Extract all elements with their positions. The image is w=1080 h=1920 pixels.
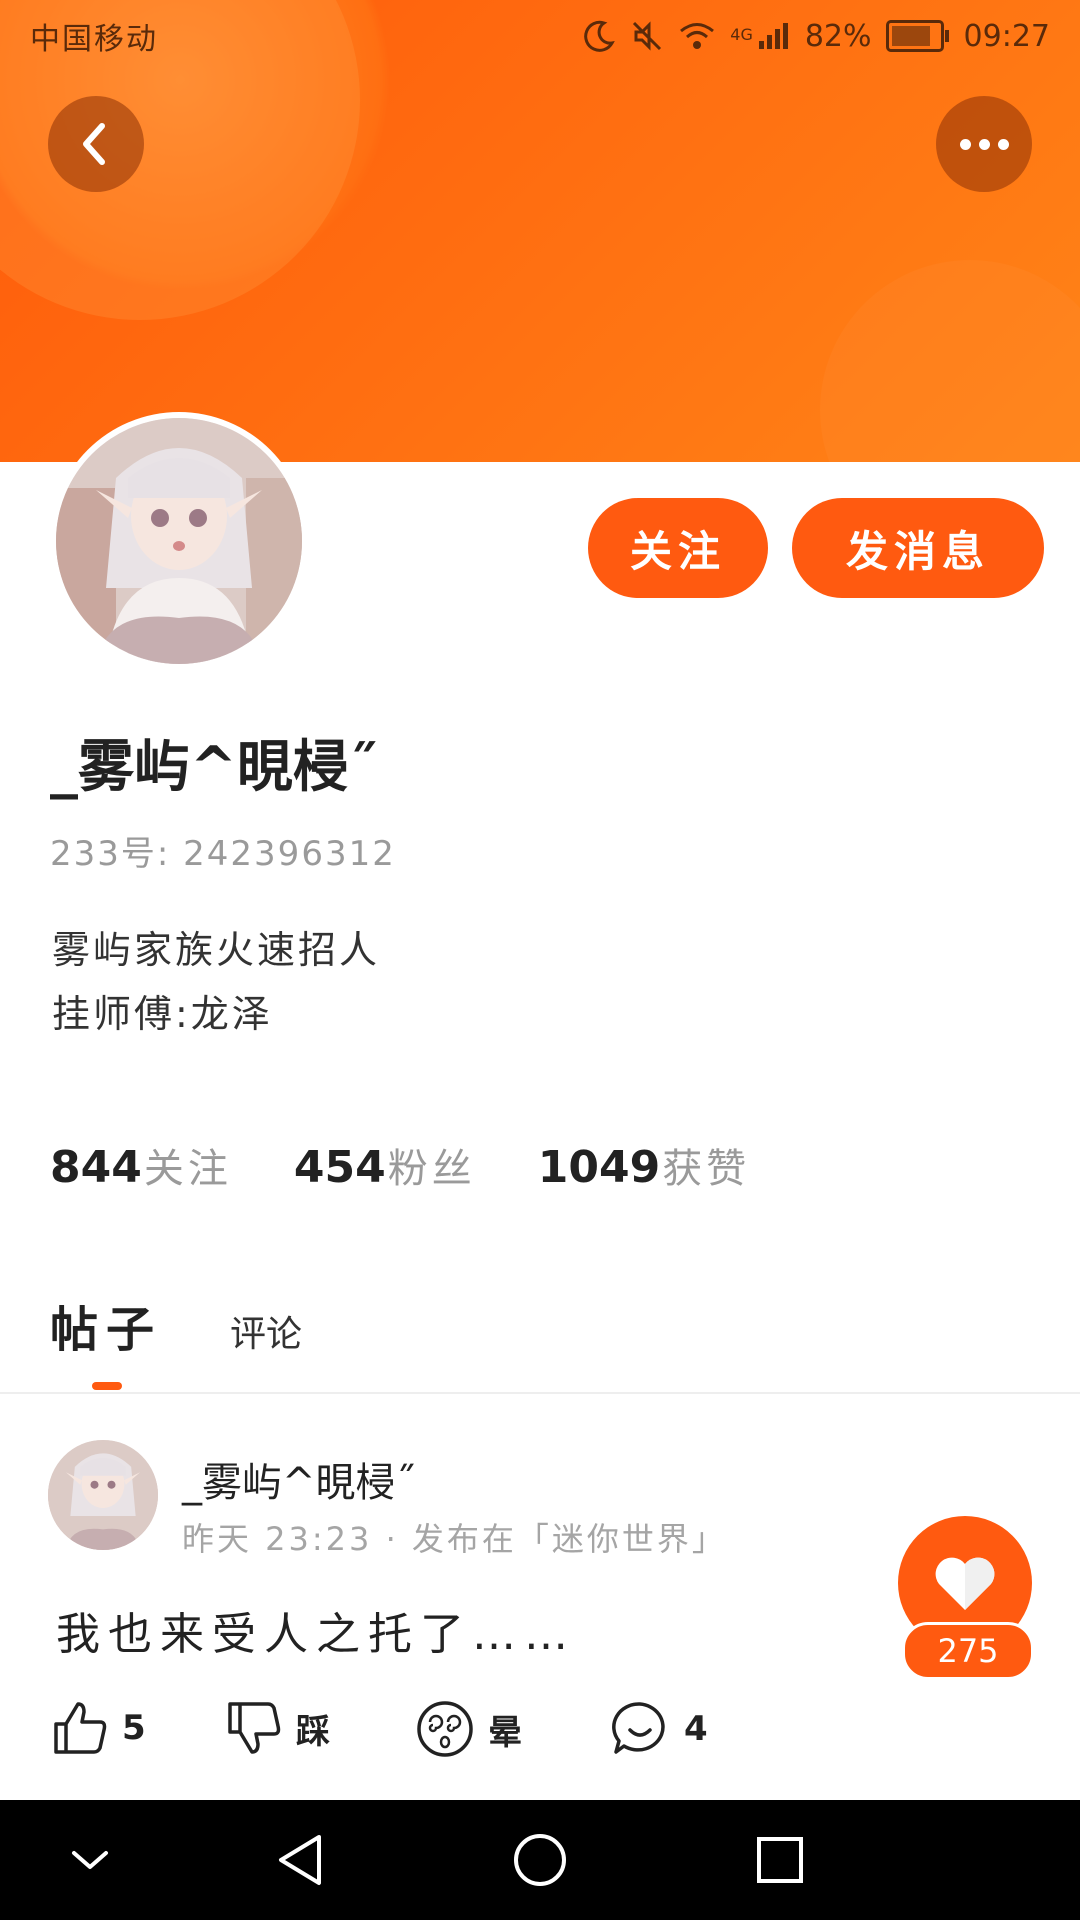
followers-stat[interactable]: 454 粉丝 [294, 1136, 476, 1194]
profile-avatar[interactable] [50, 412, 308, 670]
stat-label: 关注 [143, 1146, 232, 1192]
heart-icon [935, 1557, 995, 1610]
thumbs-down-icon [228, 1702, 281, 1754]
status-icons: 4G 82% 09:27 [582, 19, 1050, 54]
network-label: 4G [730, 24, 753, 44]
post-text[interactable]: 我也来受人之托了…… [56, 1598, 576, 1662]
content-tabs: 帖子 评论 [50, 1290, 302, 1360]
likes-stat[interactable]: 1049 获赞 [538, 1136, 750, 1194]
downvote-action[interactable]: 踩 [226, 1700, 330, 1756]
comment-count: 4 [684, 1709, 708, 1749]
stat-value: 1049 [537, 1142, 661, 1193]
signal-icon [757, 21, 791, 51]
thumbs-up-icon [54, 1702, 107, 1754]
dizzy-face-icon [417, 1701, 473, 1757]
bio-line: 雾屿家族火速招人 [52, 928, 381, 972]
following-stat[interactable]: 844 关注 [50, 1136, 232, 1194]
more-dots-icon [959, 138, 1009, 150]
active-tab-indicator [92, 1382, 122, 1390]
collapse-icon[interactable] [60, 1830, 120, 1890]
user-id: 233号: 242396312 [50, 834, 396, 874]
back-triangle-icon[interactable] [270, 1830, 330, 1890]
post-actions: 5 踩 晕 4 [52, 1700, 1032, 1760]
home-circle-icon[interactable] [510, 1830, 570, 1890]
send-message-button[interactable]: 发消息 [792, 498, 1044, 598]
tab-comments[interactable]: 评论 [230, 1305, 302, 1357]
dizzy-action[interactable]: 晕 [416, 1700, 522, 1758]
bio-line: 挂师傅:龙泽 [52, 992, 273, 1036]
comment-icon [612, 1702, 665, 1754]
clock: 09:27 [963, 18, 1050, 54]
mute-icon [630, 19, 664, 53]
system-navigation-bar [0, 1800, 1080, 1920]
header-decoration [820, 260, 1080, 462]
moon-icon [582, 19, 616, 53]
dizzy-label: 晕 [488, 1712, 522, 1753]
profile-stats: 844 关注 454 粉丝 1049 获赞 [50, 1136, 750, 1194]
bio: 雾屿家族火速招人 挂师傅:龙泽 [52, 918, 380, 1046]
carrier-label: 中国移动 [30, 22, 158, 57]
follow-button[interactable]: 关注 [588, 498, 768, 598]
post-author-name[interactable]: _雾屿^晛梫˝ [182, 1450, 416, 1508]
divider [0, 1392, 1080, 1394]
battery-percent: 82% [804, 18, 872, 54]
tab-posts[interactable]: 帖子 [50, 1290, 162, 1360]
status-bar: 中国移动 4G 82% 09:27 [0, 0, 1080, 72]
stat-value: 844 [50, 1142, 142, 1193]
stat-value: 454 [293, 1142, 386, 1193]
wifi-icon [678, 20, 716, 52]
avatar-image [56, 418, 302, 664]
comment-action[interactable]: 4 [610, 1700, 708, 1758]
stat-label: 粉丝 [387, 1146, 476, 1192]
recents-square-icon[interactable] [750, 1830, 810, 1890]
battery-icon [885, 20, 949, 52]
downvote-label: 踩 [296, 1711, 330, 1752]
back-button[interactable] [48, 96, 144, 192]
post-meta: 昨天 23:23 · 发布在「迷你世界」 [182, 1520, 727, 1558]
username: _雾屿^晛梫˝ [50, 735, 377, 800]
stat-label: 获赞 [662, 1146, 751, 1192]
upvote-action[interactable]: 5 [52, 1700, 146, 1756]
chevron-left-icon [83, 123, 105, 165]
like-count: 275 [902, 1622, 1034, 1680]
more-options-button[interactable] [936, 96, 1032, 192]
upvote-count: 5 [122, 1708, 146, 1748]
post-author-avatar[interactable] [48, 1440, 158, 1550]
